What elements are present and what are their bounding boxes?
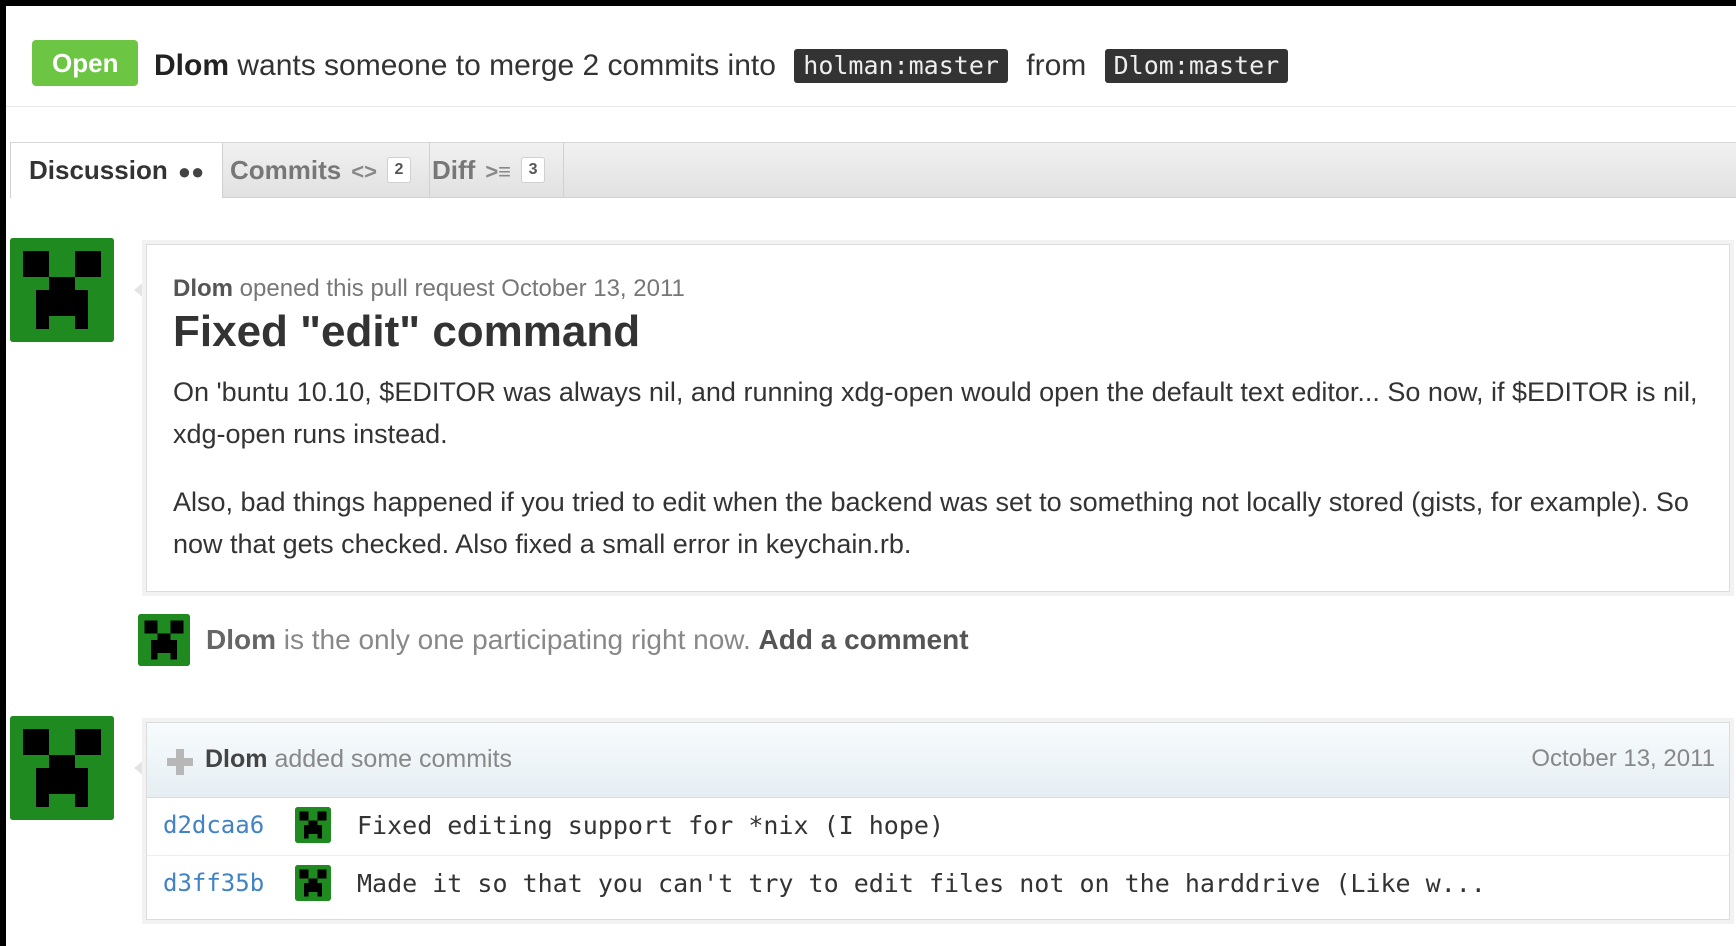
commit-sha-link[interactable]: d3ff35b <box>163 869 264 897</box>
tab-diff-count: 3 <box>521 157 546 184</box>
pr-header: Open Dlom wants someone to merge 2 commi… <box>6 6 1736 107</box>
base-branch-ref[interactable]: holman:master <box>794 49 1008 84</box>
merge-text: wants someone to merge 2 commits into <box>237 49 776 83</box>
code-icon: <> <box>351 159 377 185</box>
participation-text: is the only one participating right now. <box>283 624 751 655</box>
participant-author-link[interactable]: Dlom <box>206 624 276 655</box>
comment-arrow <box>134 280 146 300</box>
commit-sha-link[interactable]: d2dcaa6 <box>163 811 264 839</box>
tab-diff-label: Diff <box>432 155 476 185</box>
commits-author-link[interactable]: Dlom <box>205 745 268 773</box>
creeper-avatar-icon <box>295 865 331 901</box>
author-link[interactable]: Dlom <box>154 49 229 82</box>
tab-commits-label: Commits <box>230 155 342 185</box>
creeper-avatar-icon <box>10 716 114 820</box>
avatar[interactable] <box>10 716 114 820</box>
commit-message-link[interactable]: Made it so that you can't try to edit fi… <box>357 869 1486 898</box>
commits-arrow <box>134 758 146 778</box>
tab-discussion-label: Discussion <box>29 155 168 185</box>
creeper-avatar-icon <box>295 807 331 843</box>
participation-line: Dlom is the only one participating right… <box>206 624 969 656</box>
from-text: from <box>1026 49 1087 83</box>
plus-icon <box>167 749 193 775</box>
state-badge-open: Open <box>32 40 139 86</box>
pr-title: Fixed "edit" command <box>173 307 641 356</box>
commits-date: October 13, 2011 <box>1531 745 1715 772</box>
commit-author-avatar[interactable] <box>295 807 331 843</box>
tab-commits[interactable]: Commits <> 2 <box>212 143 430 197</box>
comment-paragraph: Also, bad things happened if you tried t… <box>173 487 1689 559</box>
comment-paragraph: On 'buntu 10.10, $EDITOR was always nil,… <box>173 377 1698 449</box>
comment-meta-text: opened this pull request October 13, 201… <box>239 275 685 302</box>
tab-discussion[interactable]: Discussion ●● <box>10 143 224 198</box>
diff-icon: >≡ <box>485 159 512 185</box>
tab-commits-count: 2 <box>386 157 411 184</box>
avatar-small[interactable] <box>138 614 190 666</box>
comment-author-link[interactable]: Dlom <box>173 275 233 302</box>
avatar[interactable] <box>10 238 114 342</box>
add-comment-link[interactable]: Add a comment <box>759 624 969 655</box>
chat-bubbles-icon: ●● <box>177 159 205 185</box>
comment-meta: Dlom opened this pull request October 13… <box>173 275 685 303</box>
pull-request-page: Open Dlom wants someone to merge 2 commi… <box>6 6 1736 946</box>
commit-message-link[interactable]: Fixed editing support for *nix (I hope) <box>357 811 944 840</box>
commits-header: Dlom added some commits October 13, 2011 <box>147 723 1729 798</box>
pr-tabs: Discussion ●● Commits <> 2 Diff >≡ 3 <box>10 142 1736 198</box>
pr-headline: Dlom wants someone to merge 2 commits in… <box>154 48 1298 84</box>
comment-body: On 'buntu 10.10, $EDITOR was always nil,… <box>173 371 1703 591</box>
creeper-avatar-icon <box>10 238 114 342</box>
commits-title-text: added some commits <box>274 745 513 773</box>
commit-row: d2dcaa6 Fixed editing support for *nix (… <box>147 797 1729 856</box>
commit-row: d3ff35b Made it so that you can't try to… <box>147 855 1729 913</box>
creeper-avatar-icon <box>138 614 190 666</box>
commits-box: Dlom added some commits October 13, 2011… <box>146 722 1730 920</box>
pr-description-comment: Dlom opened this pull request October 13… <box>146 244 1730 592</box>
commits-title: Dlom added some commits <box>205 745 512 774</box>
tab-diff[interactable]: Diff >≡ 3 <box>414 143 565 197</box>
head-branch-ref[interactable]: Dlom:master <box>1104 49 1289 84</box>
commit-author-avatar[interactable] <box>295 865 331 901</box>
